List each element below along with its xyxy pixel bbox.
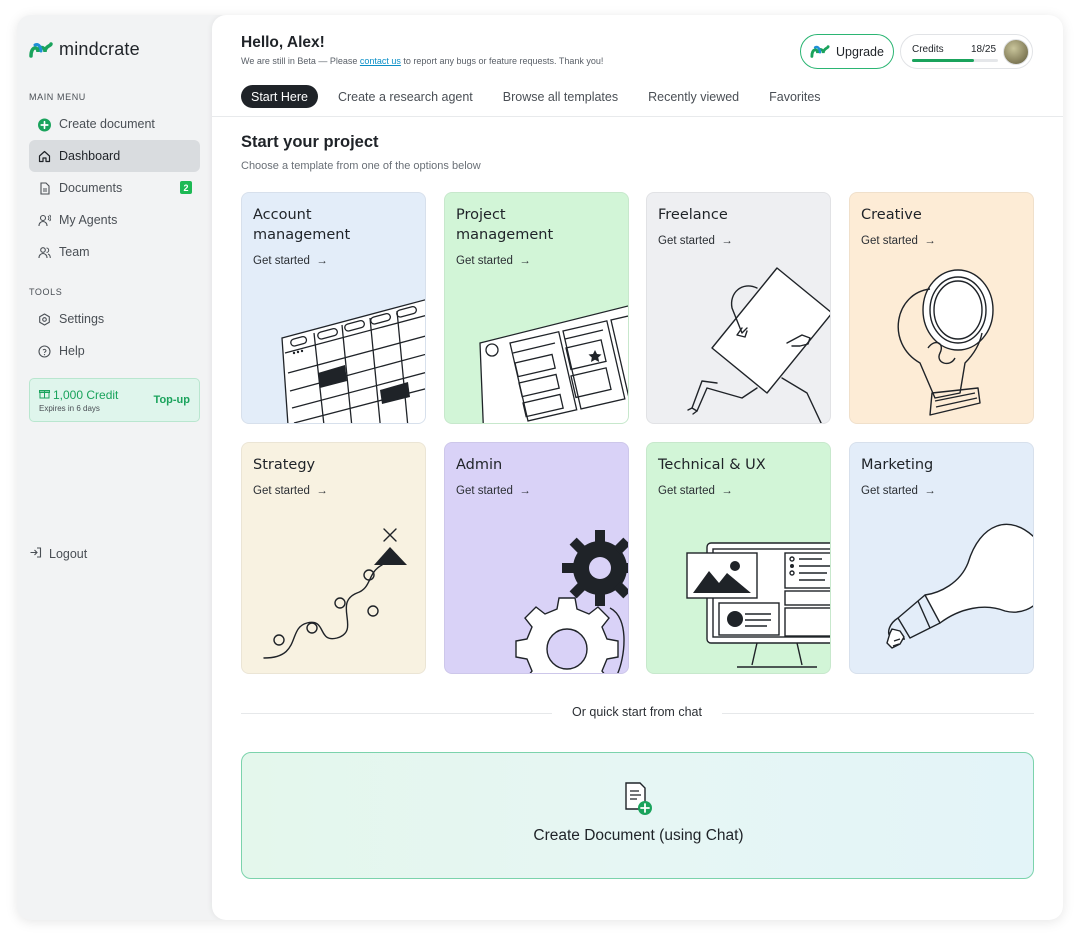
tab-bar: Start Here Create a research agent Brows…	[241, 85, 841, 108]
credit-amount-text: 1,000 Credit	[53, 388, 119, 402]
header-divider	[212, 116, 1063, 117]
credit-amount: 1,000 Credit	[39, 388, 118, 402]
tab-recently-viewed[interactable]: Recently viewed	[638, 85, 749, 108]
logout-button[interactable]: Logout	[29, 546, 87, 562]
template-card-account-management[interactable]: Account management Get started →	[241, 192, 426, 424]
template-card-creative[interactable]: Creative Get started →	[849, 192, 1034, 424]
template-card-marketing[interactable]: Marketing Get started →	[849, 442, 1034, 674]
sidebar: mindcrate MAIN MENU Create document Dash…	[17, 15, 212, 920]
template-card-admin[interactable]: Admin Get started →	[444, 442, 629, 674]
gift-icon	[39, 388, 50, 402]
section-title: Start your project	[241, 133, 379, 151]
help-icon	[38, 344, 51, 358]
contact-us-link[interactable]: contact us	[360, 56, 401, 66]
template-card-technical-ux[interactable]: Technical & UX Get started →	[646, 442, 831, 674]
topup-button[interactable]: Top-up	[154, 394, 190, 406]
quick-start-label: Or quick start from chat	[552, 705, 722, 719]
create-document-chat-button[interactable]: Create Document (using Chat)	[241, 752, 1034, 879]
gear-icon	[38, 312, 51, 326]
plus-circle-icon	[38, 118, 51, 131]
credits-count: 18/25	[971, 44, 997, 55]
monitor-ui-illustration	[686, 542, 830, 668]
logout-label: Logout	[49, 547, 88, 561]
growth-path-illustration	[263, 528, 407, 659]
lightbulb-illustration	[897, 269, 994, 416]
sidebar-item-label: My Agents	[59, 213, 118, 227]
beta-notice: We are still in Beta — Please contact us…	[241, 56, 603, 66]
logout-icon	[29, 546, 42, 562]
person-with-paper-illustration	[687, 267, 830, 423]
upgrade-label: Upgrade	[836, 44, 884, 59]
sidebar-item-documents[interactable]: Documents 2	[29, 172, 200, 204]
create-document-button[interactable]: Create document	[29, 108, 200, 140]
tab-favorites[interactable]: Favorites	[759, 85, 830, 108]
beta-prefix: We are still in Beta — Please	[241, 56, 360, 66]
sidebar-item-label: Help	[59, 344, 85, 358]
agent-icon	[38, 214, 51, 227]
document-icon	[38, 181, 51, 195]
sidebar-item-my-agents[interactable]: My Agents	[29, 204, 200, 236]
template-card-freelance[interactable]: Freelance Get started →	[646, 192, 831, 424]
credits-label: Credits	[912, 44, 944, 55]
tab-create-research-agent[interactable]: Create a research agent	[328, 85, 483, 108]
logo[interactable]: mindcrate	[29, 39, 140, 60]
credits-progress-bar	[912, 59, 998, 62]
avatar[interactable]	[1003, 39, 1029, 65]
credit-card: 1,000 Credit Expires in 6 days Top-up	[29, 378, 200, 422]
sidebar-item-label: Settings	[59, 312, 105, 326]
main-panel: Hello, Alex! We are still in Beta — Plea…	[212, 15, 1063, 920]
beta-suffix: to report any bugs or feature requests. …	[400, 56, 604, 66]
create-document-label: Create document	[59, 117, 155, 131]
greeting: Hello, Alex!	[241, 34, 325, 51]
tab-start-here[interactable]: Start Here	[241, 85, 318, 108]
template-card-project-management[interactable]: Project management Get started →	[444, 192, 629, 424]
tools-title: TOOLS	[29, 287, 63, 297]
spreadsheet-illustration	[281, 299, 425, 423]
sidebar-item-label: Dashboard	[59, 149, 121, 163]
sidebar-item-dashboard[interactable]: Dashboard	[29, 140, 200, 172]
template-card-strategy[interactable]: Strategy Get started →	[241, 442, 426, 674]
megaphone-illustration	[886, 523, 1033, 649]
credit-expiry: Expires in 6 days	[39, 404, 100, 413]
team-icon	[38, 246, 51, 259]
app-window: mindcrate MAIN MENU Create document Dash…	[17, 15, 1063, 920]
mindcrate-logo-icon	[810, 45, 830, 58]
create-document-chat-label: Create Document (using Chat)	[533, 827, 744, 844]
sidebar-item-settings[interactable]: Settings	[29, 303, 200, 335]
tab-browse-all-templates[interactable]: Browse all templates	[493, 85, 628, 108]
section-subtitle: Choose a template from one of the option…	[241, 160, 481, 172]
documents-count-badge: 2	[180, 181, 192, 194]
sidebar-item-help[interactable]: Help	[29, 335, 200, 367]
sidebar-item-team[interactable]: Team	[29, 236, 200, 268]
main-menu-title: MAIN MENU	[29, 92, 86, 102]
sidebar-item-label: Team	[59, 245, 90, 259]
mindcrate-logo-icon	[29, 41, 53, 58]
brand-name: mindcrate	[59, 39, 140, 59]
credits-indicator[interactable]: Credits 18/25	[900, 34, 1033, 69]
upgrade-button[interactable]: Upgrade	[800, 34, 894, 69]
kanban-board-illustration	[479, 305, 628, 423]
new-document-icon	[623, 781, 653, 822]
sidebar-item-label: Documents	[59, 181, 123, 195]
gears-illustration	[515, 530, 628, 673]
home-icon	[38, 150, 51, 163]
credits-progress-fill	[912, 59, 974, 62]
